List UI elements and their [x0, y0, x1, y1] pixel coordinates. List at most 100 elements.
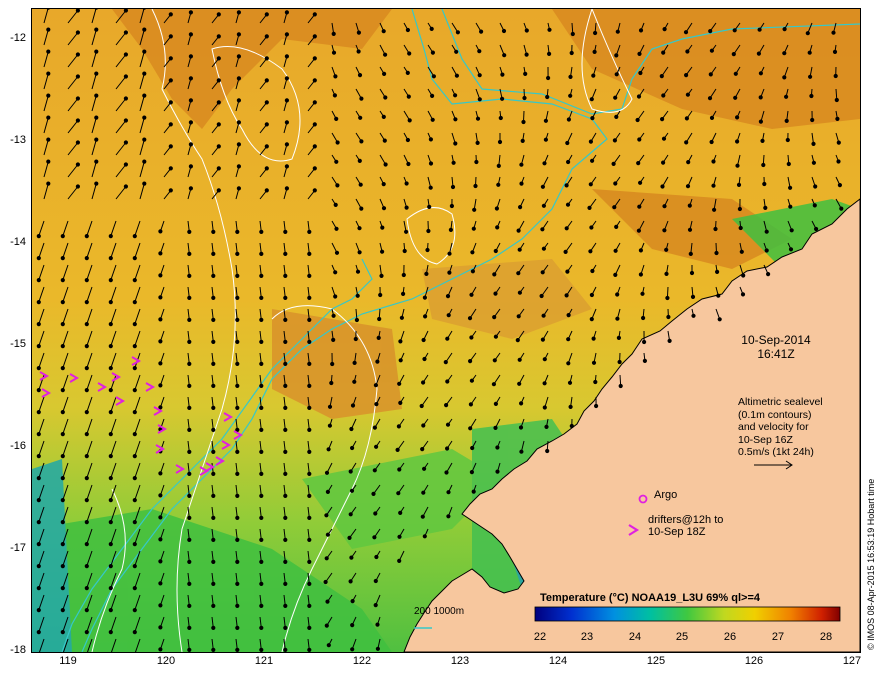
colorbar-tick: 27 — [771, 631, 785, 643]
velocity-arrow-head — [36, 234, 41, 239]
velocity-arrow-head — [380, 225, 385, 230]
velocity-arrow-head — [211, 449, 216, 454]
velocity-arrow-head — [284, 76, 289, 81]
velocity-arrow-head — [94, 27, 99, 32]
colorbar-tick: 24 — [628, 631, 642, 643]
velocity-arrow-head — [94, 115, 99, 120]
velocity-arrow-head — [477, 97, 482, 102]
colorbar — [534, 606, 841, 622]
velocity-arrow-head — [84, 454, 89, 459]
velocity-arrow-head — [425, 247, 430, 253]
velocity-arrow-head — [334, 250, 340, 255]
velocity-arrow-head — [378, 292, 383, 298]
velocity-arrow-head — [84, 476, 89, 481]
velocity-arrow-head — [784, 94, 789, 99]
velocity-arrow-head — [284, 10, 289, 15]
velocity-arrow-head — [36, 608, 41, 613]
velocity-arrow-head — [353, 336, 358, 342]
velocity-arrow-head — [187, 339, 192, 344]
velocity-arrow-head — [786, 161, 791, 167]
velocity-arrow-head — [782, 51, 787, 56]
velocity-arrow-head — [516, 228, 521, 233]
velocity-arrow-head — [642, 339, 647, 345]
velocity-arrow-head — [188, 98, 193, 103]
velocity-arrow-head — [563, 249, 568, 254]
velocity-arrow-head — [708, 29, 713, 34]
velocity-arrow-head — [716, 293, 721, 298]
velocity-arrow-head — [352, 379, 357, 384]
velocity-arrow-head — [788, 247, 794, 252]
velocity-arrow-head — [350, 599, 355, 604]
velocity-arrow-head — [374, 402, 379, 407]
velocity-arrow-head — [188, 10, 193, 15]
velocity-arrow-head — [187, 383, 192, 388]
velocity-arrow-head — [444, 470, 449, 475]
velocity-arrow-head — [60, 498, 65, 503]
drifter-line: 10-Sep 18Z — [648, 526, 706, 538]
velocity-arrow-head — [517, 381, 522, 386]
velocity-arrow-head — [188, 76, 193, 81]
velocity-arrow-head — [84, 410, 89, 415]
velocity-arrow-head — [405, 27, 410, 33]
velocity-arrow-head — [566, 313, 571, 318]
velocity-arrow-head — [453, 117, 458, 122]
velocity-arrow-head — [216, 122, 221, 127]
velocity-arrow-head — [264, 100, 269, 105]
velocity-arrow-head — [259, 625, 264, 631]
velocity-arrow-head — [211, 493, 216, 498]
velocity-arrow-head — [547, 51, 552, 57]
lon-tick: 120 — [156, 655, 176, 667]
velocity-arrow-head — [516, 271, 521, 276]
velocity-arrow-head — [60, 432, 65, 437]
velocity-arrow-head — [307, 339, 312, 344]
velocity-arrow-head — [540, 184, 545, 189]
velocity-arrow-head — [187, 295, 192, 300]
velocity-arrow-head — [235, 581, 240, 587]
velocity-arrow-head — [36, 322, 41, 327]
velocity-arrow-head — [493, 425, 498, 430]
velocity-arrow-head — [518, 425, 524, 430]
velocity-arrow-head — [36, 542, 41, 547]
velocity-arrow-head — [142, 71, 147, 76]
velocity-arrow-head — [661, 160, 666, 165]
sst-map[interactable] — [31, 8, 861, 653]
lon-tick: 127 — [842, 655, 862, 667]
velocity-arrow-head — [395, 447, 400, 452]
velocity-arrow-head — [132, 542, 137, 547]
velocity-arrow-head — [588, 182, 593, 187]
velocity-arrow-head — [358, 182, 363, 187]
velocity-arrow-head — [420, 447, 425, 452]
velocity-arrow-head — [375, 622, 380, 627]
velocity-arrow-head — [493, 401, 498, 406]
velocity-arrow-head — [36, 366, 41, 371]
velocity-arrow-head — [430, 117, 435, 122]
velocity-arrow-head — [664, 271, 669, 276]
velocity-arrow-head — [454, 73, 459, 78]
velocity-arrow-head — [470, 269, 475, 274]
velocity-arrow-head — [665, 295, 670, 301]
velocity-arrow-head — [168, 188, 173, 193]
velocity-arrow-head — [216, 34, 221, 39]
velocity-arrow-head — [312, 34, 317, 39]
velocity-arrow-head — [330, 361, 335, 367]
velocity-arrow-head — [733, 95, 738, 100]
velocity-arrow-head — [448, 227, 453, 232]
velocity-arrow-head — [422, 534, 427, 539]
velocity-arrow-head — [264, 166, 269, 171]
velocity-arrow-head — [108, 519, 113, 525]
velocity-arrow-head — [567, 380, 573, 385]
velocity-arrow-head — [235, 537, 240, 543]
velocity-arrow-head — [594, 403, 599, 409]
velocity-arrow-head — [283, 449, 288, 454]
velocity-arrow-head — [264, 78, 269, 83]
velocity-arrow-head — [325, 599, 330, 604]
velocity-arrow-head — [397, 467, 402, 472]
velocity-arrow-head — [758, 95, 763, 100]
velocity-arrow-head — [187, 273, 192, 278]
velocity-arrow-head — [474, 159, 479, 165]
velocity-arrow-head — [784, 118, 789, 124]
velocity-arrow-head — [740, 292, 746, 297]
velocity-arrow-head — [614, 53, 619, 58]
velocity-arrow-head — [381, 206, 387, 211]
velocity-arrow-head — [522, 95, 527, 101]
